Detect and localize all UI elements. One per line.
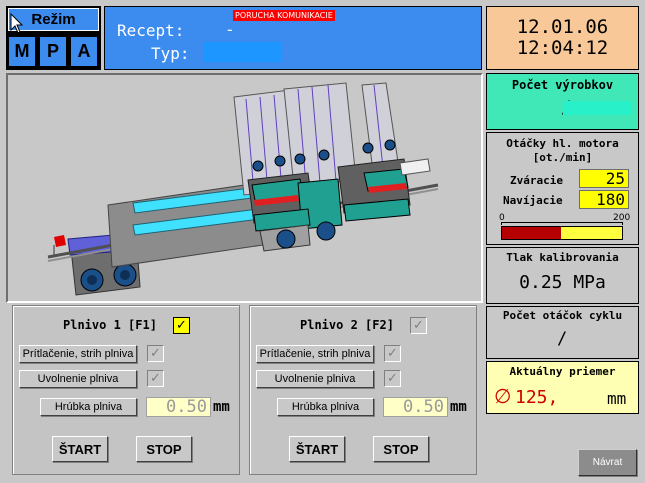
- feeder-2-stop-button[interactable]: STOP: [373, 436, 429, 462]
- feeder-2-press-cut-indicator: ✓: [384, 345, 401, 362]
- pressure-panel: Tlak kalibrovania 0.25 MPa: [486, 247, 639, 304]
- mode-button-p[interactable]: P: [39, 36, 67, 67]
- back-button[interactable]: Návrat: [578, 449, 637, 476]
- mouse-cursor-icon: [10, 13, 24, 34]
- communication-alarm: PORUCHA KOMUNIKACIE: [233, 10, 335, 21]
- feeder-2-press-cut-button[interactable]: Prítlačenie, strih plniva: [256, 345, 374, 363]
- speed-bar-fill: [502, 227, 562, 239]
- winding-label: Navíjacie: [503, 194, 563, 207]
- clock-panel: 12.01.06 12:04:12: [486, 6, 639, 70]
- check-icon: ✓: [150, 346, 161, 361]
- feeder-1-release-button[interactable]: Uvolnenie plniva: [19, 370, 137, 388]
- mode-button-m[interactable]: M: [8, 36, 36, 67]
- speed-bar: [501, 226, 623, 240]
- speed-bar-scale: [501, 222, 623, 225]
- check-icon: ✓: [387, 346, 398, 361]
- feeder-1-thickness-button[interactable]: Hrúbka plniva: [40, 398, 137, 416]
- feeder-2-thickness-value[interactable]: 0.50: [383, 397, 448, 417]
- pressure-value: 0.25 MPa: [519, 272, 606, 293]
- diameter-title: Aktuálny priemer: [509, 365, 616, 378]
- motor-speed-title: Otáčky hl. motora: [506, 137, 619, 150]
- check-icon: ✓: [150, 371, 161, 386]
- count-value-box: [563, 101, 631, 115]
- check-icon: ✓: [413, 318, 424, 333]
- recipe-header: PORUCHA KOMUNIKACIE Recept: - Typ:: [104, 6, 482, 70]
- feeder-1-stop-button[interactable]: STOP: [136, 436, 192, 462]
- feeder-2-thickness-unit: mm: [450, 399, 467, 415]
- feeder-1-title: Plnivo 1 [F1]: [63, 318, 157, 332]
- feeder-2-enable-checkbox[interactable]: ✓: [410, 317, 427, 334]
- mode-button-m-label: M: [14, 41, 30, 61]
- feeder-2-start-button[interactable]: ŠTART: [289, 436, 345, 462]
- pressure-title: Tlak kalibrovania: [506, 251, 619, 264]
- clock-date: 12.01.06: [516, 16, 609, 38]
- feeder-2-release-indicator: ✓: [384, 370, 401, 387]
- feeder-1-start-button[interactable]: ŠTART: [52, 436, 108, 462]
- feeder-1-press-cut-button[interactable]: Prítlačenie, strih plniva: [19, 345, 137, 363]
- feeder-2-panel: Plnivo 2 [F2] ✓ Prítlačenie, strih plniv…: [249, 305, 477, 475]
- cycle-value: /: [557, 329, 568, 349]
- motor-speed-panel: Otáčky hl. motora [ot./min] Zváracie 25 …: [486, 132, 639, 245]
- mode-button-a[interactable]: A: [70, 36, 98, 67]
- machine-illustration: [47, 82, 439, 296]
- feeder-1-press-cut-indicator: ✓: [147, 345, 164, 362]
- feeder-2-release-button[interactable]: Uvolnenie plniva: [256, 370, 374, 388]
- type-field[interactable]: [204, 42, 282, 62]
- clock-time: 12:04:12: [516, 37, 609, 59]
- mode-label: Režim: [31, 11, 76, 28]
- feeder-1-thickness-unit: mm: [213, 399, 230, 415]
- feeder-1-panel: Plnivo 1 [F1] ✓ Prítlačenie, strih plniv…: [12, 305, 240, 475]
- recipe-label: Recept:: [117, 21, 185, 40]
- count-panel: Počet výrobkov /: [486, 73, 639, 130]
- cycle-title: Počet otáčok cyklu: [502, 309, 623, 322]
- winding-speed-value: 180: [579, 190, 629, 209]
- motor-speed-unit: [ot./min]: [532, 151, 593, 164]
- welding-label: Zváracie: [510, 174, 563, 187]
- diameter-value: 125,: [515, 387, 559, 408]
- diameter-unit: mm: [607, 389, 627, 408]
- machine-view: [6, 73, 483, 303]
- feeder-2-title: Plnivo 2 [F2]: [300, 318, 394, 332]
- type-label: Typ:: [151, 44, 190, 63]
- diameter-symbol: ∅: [494, 384, 512, 408]
- cycle-panel: Počet otáčok cyklu /: [486, 306, 639, 359]
- mode-button-a-label: A: [77, 41, 91, 61]
- feeder-2-thickness-button[interactable]: Hrúbka plniva: [277, 398, 374, 416]
- welding-speed-value: 25: [579, 169, 629, 188]
- mode-button-p-label: P: [46, 41, 59, 61]
- recipe-value: -: [225, 20, 235, 39]
- count-title: Počet výrobkov: [511, 78, 614, 92]
- check-icon: ✓: [176, 318, 187, 333]
- check-icon: ✓: [387, 371, 398, 386]
- feeder-1-release-indicator: ✓: [147, 370, 164, 387]
- feeder-1-enable-checkbox[interactable]: ✓: [173, 317, 190, 334]
- diameter-panel: Aktuálny priemer ∅ 125, mm: [486, 361, 639, 414]
- feeder-1-thickness-value[interactable]: 0.50: [146, 397, 211, 417]
